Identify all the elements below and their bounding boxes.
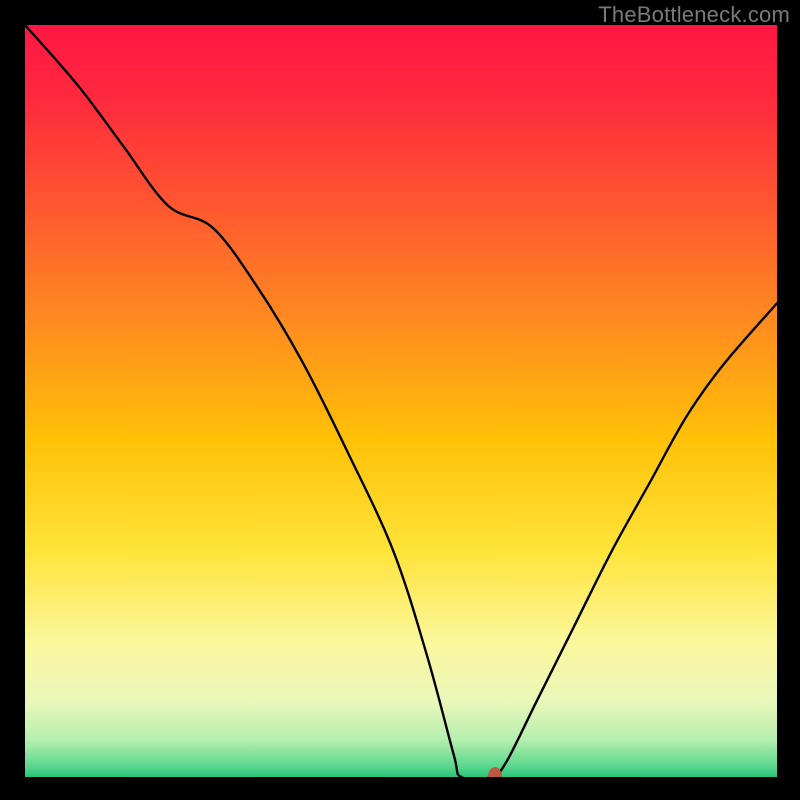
chart-svg: [25, 25, 777, 777]
chart-frame: TheBottleneck.com: [0, 0, 800, 800]
plot-background: [25, 25, 777, 777]
plot-area: [25, 25, 777, 777]
